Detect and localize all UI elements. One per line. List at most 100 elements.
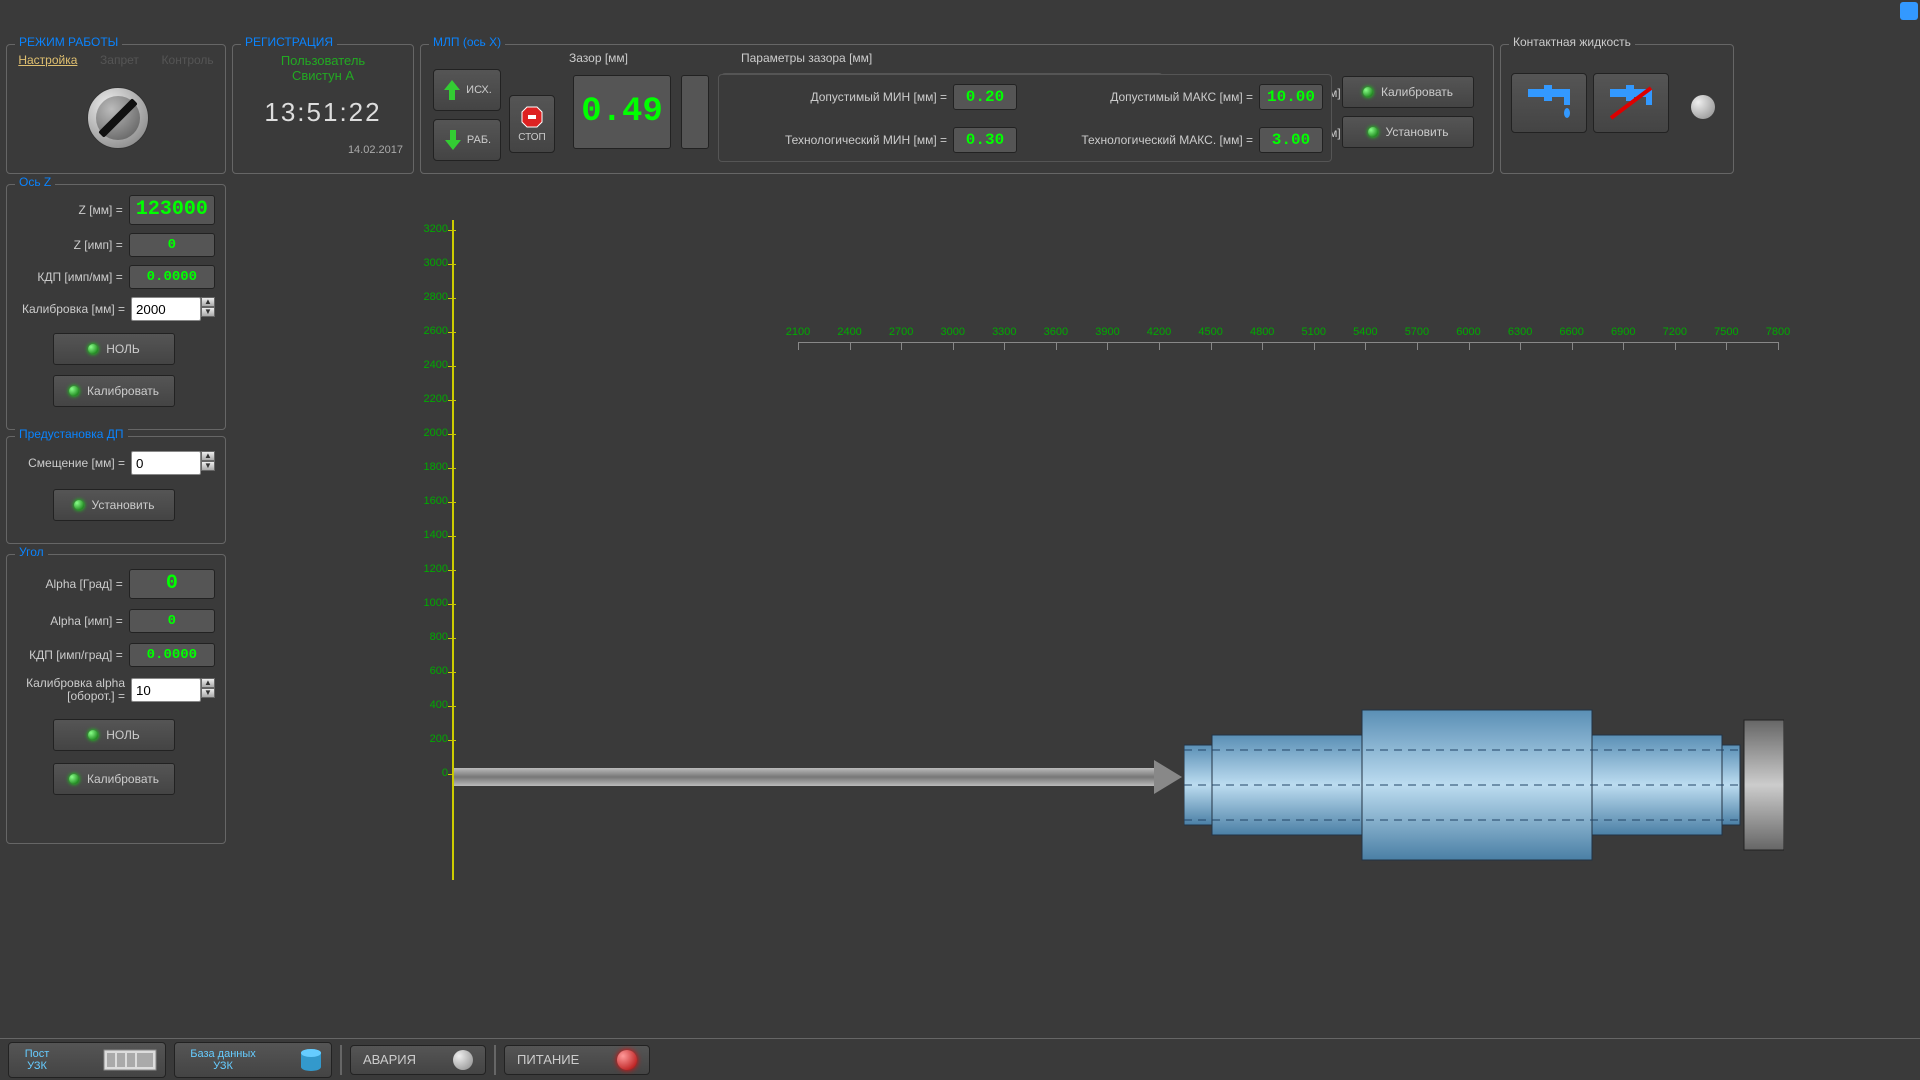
alpha-kdp-value: 0.0000 bbox=[129, 643, 215, 667]
mlp-calibrate-button[interactable]: Калибровать bbox=[1342, 76, 1474, 108]
workpiece-icon bbox=[1184, 690, 1784, 890]
y-tick-label: 800 bbox=[416, 631, 448, 643]
x-tick-label: 3000 bbox=[938, 326, 968, 338]
mlp-legend: МЛП (ось X) bbox=[429, 35, 505, 49]
bottom-bar: Пост УЗК База данных УЗК АВАРИЯ ПИТАНИЕ bbox=[0, 1038, 1920, 1080]
mlp-set-button[interactable]: Установить bbox=[1342, 116, 1474, 148]
probe-rod bbox=[454, 768, 1154, 786]
arrow-up-icon bbox=[442, 78, 462, 102]
database-icon bbox=[299, 1048, 323, 1072]
z-zero-button[interactable]: НОЛЬ bbox=[53, 333, 175, 365]
tab-lock[interactable]: Запрет bbox=[100, 53, 139, 67]
alpha-calib-input[interactable] bbox=[131, 678, 201, 702]
x-tick-label: 6300 bbox=[1505, 326, 1535, 338]
spinner-icon[interactable]: ▲▼ bbox=[201, 451, 215, 471]
alarm-lamp-icon bbox=[453, 1050, 473, 1070]
equipment-icon bbox=[103, 1047, 157, 1073]
y-tick-label: 1800 bbox=[416, 461, 448, 473]
x-tick-label: 2100 bbox=[783, 326, 813, 338]
z-calibrate-button[interactable]: Калибровать bbox=[53, 375, 175, 407]
work-mode-panel: РЕЖИМ РАБОТЫ Настройка Запрет Контроль bbox=[6, 44, 226, 174]
params-label: Параметры зазора [мм] bbox=[741, 51, 941, 65]
offset-input[interactable] bbox=[131, 451, 201, 475]
liquid-status-lamp bbox=[1691, 95, 1715, 119]
gap-label: Зазор [мм] bbox=[569, 51, 669, 65]
x-tick-label: 6000 bbox=[1454, 326, 1484, 338]
work-button[interactable]: РАБ. bbox=[433, 119, 501, 161]
tab-setup[interactable]: Настройка bbox=[18, 53, 77, 67]
axis-z-legend: Ось Z bbox=[15, 175, 55, 189]
led-icon bbox=[1368, 127, 1378, 137]
date: 14.02.2017 bbox=[233, 144, 413, 156]
rotary-switch-icon[interactable] bbox=[87, 87, 149, 149]
x-tick-label: 7800 bbox=[1763, 326, 1793, 338]
y-tick-label: 1400 bbox=[416, 529, 448, 541]
post-uzk-button[interactable]: Пост УЗК bbox=[8, 1042, 166, 1078]
angle-panel: Угол Alpha [Град] =0 Alpha [имп] =0 КДП … bbox=[6, 554, 226, 844]
user-label: Пользователь bbox=[233, 53, 413, 68]
y-tick-label: 1200 bbox=[416, 563, 448, 575]
y-tick-label: 3000 bbox=[416, 257, 448, 269]
registration-legend: РЕГИСТРАЦИЯ bbox=[241, 35, 337, 49]
stop-icon bbox=[521, 106, 543, 128]
alarm-indicator: АВАРИЯ bbox=[350, 1045, 486, 1075]
home-button[interactable]: ИСХ. bbox=[433, 69, 501, 111]
chart-area: 0 200 400 600 800 1000 1200 1400 1600 1800 2000 220… bbox=[398, 220, 1778, 880]
x-tick-label: 6600 bbox=[1557, 326, 1587, 338]
faucet-on-icon bbox=[1524, 83, 1574, 123]
spinner-icon[interactable]: ▲▼ bbox=[201, 297, 215, 317]
preset-legend: Предустановка ДП bbox=[15, 427, 128, 441]
y-tick-label: 3200 bbox=[416, 223, 448, 235]
x-tick-label: 4200 bbox=[1144, 326, 1174, 338]
window-icon[interactable] bbox=[1900, 2, 1918, 20]
liquid-off-button[interactable] bbox=[1593, 73, 1669, 133]
x-tick-label: 6900 bbox=[1608, 326, 1638, 338]
y-tick-label: 400 bbox=[416, 699, 448, 711]
x-tick-label: 3600 bbox=[1041, 326, 1071, 338]
y-tick-label: 200 bbox=[416, 733, 448, 745]
y-tick-label: 2400 bbox=[416, 359, 448, 371]
preset-set-button[interactable]: Установить bbox=[53, 489, 175, 521]
liquid-label: Контактная жидкость bbox=[1509, 35, 1635, 49]
alpha-zero-button[interactable]: НОЛЬ bbox=[53, 719, 175, 751]
tab-control[interactable]: Контроль bbox=[162, 53, 214, 67]
x-tick-label: 7500 bbox=[1711, 326, 1741, 338]
y-tick-label: 1600 bbox=[416, 495, 448, 507]
probe-tip-icon bbox=[1154, 760, 1182, 794]
z-kdp-value: 0.0000 bbox=[129, 265, 215, 289]
registration-panel: РЕГИСТРАЦИЯ Пользователь Свистун А 13:51… bbox=[232, 44, 414, 174]
liquid-on-button[interactable] bbox=[1511, 73, 1587, 133]
spinner-icon[interactable]: ▲▼ bbox=[201, 678, 215, 698]
gap-bar-slot bbox=[681, 75, 709, 149]
y-tick-label: 2000 bbox=[416, 427, 448, 439]
axis-z-panel: Ось Z Z [мм] =123000 Z [имп] =0 КДП [имп… bbox=[6, 184, 226, 430]
power-lamp-icon bbox=[617, 1050, 637, 1070]
contact-liquid-panel: Контактная жидкость bbox=[1500, 44, 1734, 174]
stop-button[interactable]: СТОП bbox=[509, 95, 555, 153]
alpha-calibrate-button[interactable]: Калибровать bbox=[53, 763, 175, 795]
y-tick-label: 1000 bbox=[416, 597, 448, 609]
x-tick-label: 4800 bbox=[1247, 326, 1277, 338]
z-imp-value: 0 bbox=[129, 233, 215, 257]
alpha-deg-value: 0 bbox=[129, 569, 215, 599]
x-tick-label: 5100 bbox=[1299, 326, 1329, 338]
x-tick-label: 5400 bbox=[1350, 326, 1380, 338]
preset-panel: Предустановка ДП Смещение [мм] = ▲▼ Уста… bbox=[6, 436, 226, 544]
x-tick-label: 3900 bbox=[1092, 326, 1122, 338]
y-tick-label: 0 bbox=[416, 767, 448, 779]
clock: 13:51:22 bbox=[233, 97, 413, 128]
arrow-down-icon bbox=[443, 128, 463, 152]
y-tick-label: 2800 bbox=[416, 291, 448, 303]
gap-value: 0.49 bbox=[573, 75, 671, 149]
x-tick-label: 5700 bbox=[1402, 326, 1432, 338]
y-tick-label: 2200 bbox=[416, 393, 448, 405]
x-tick-label: 2400 bbox=[835, 326, 865, 338]
x-tick-label: 7200 bbox=[1660, 326, 1690, 338]
user-name: Свистун А bbox=[233, 68, 413, 83]
y-tick-label: 600 bbox=[416, 665, 448, 677]
led-icon bbox=[1363, 87, 1373, 97]
db-uzk-button[interactable]: База данных УЗК bbox=[174, 1042, 332, 1078]
z-mm-value: 123000 bbox=[129, 195, 215, 225]
x-tick-label: 3300 bbox=[989, 326, 1019, 338]
z-calib-input[interactable] bbox=[131, 297, 201, 321]
